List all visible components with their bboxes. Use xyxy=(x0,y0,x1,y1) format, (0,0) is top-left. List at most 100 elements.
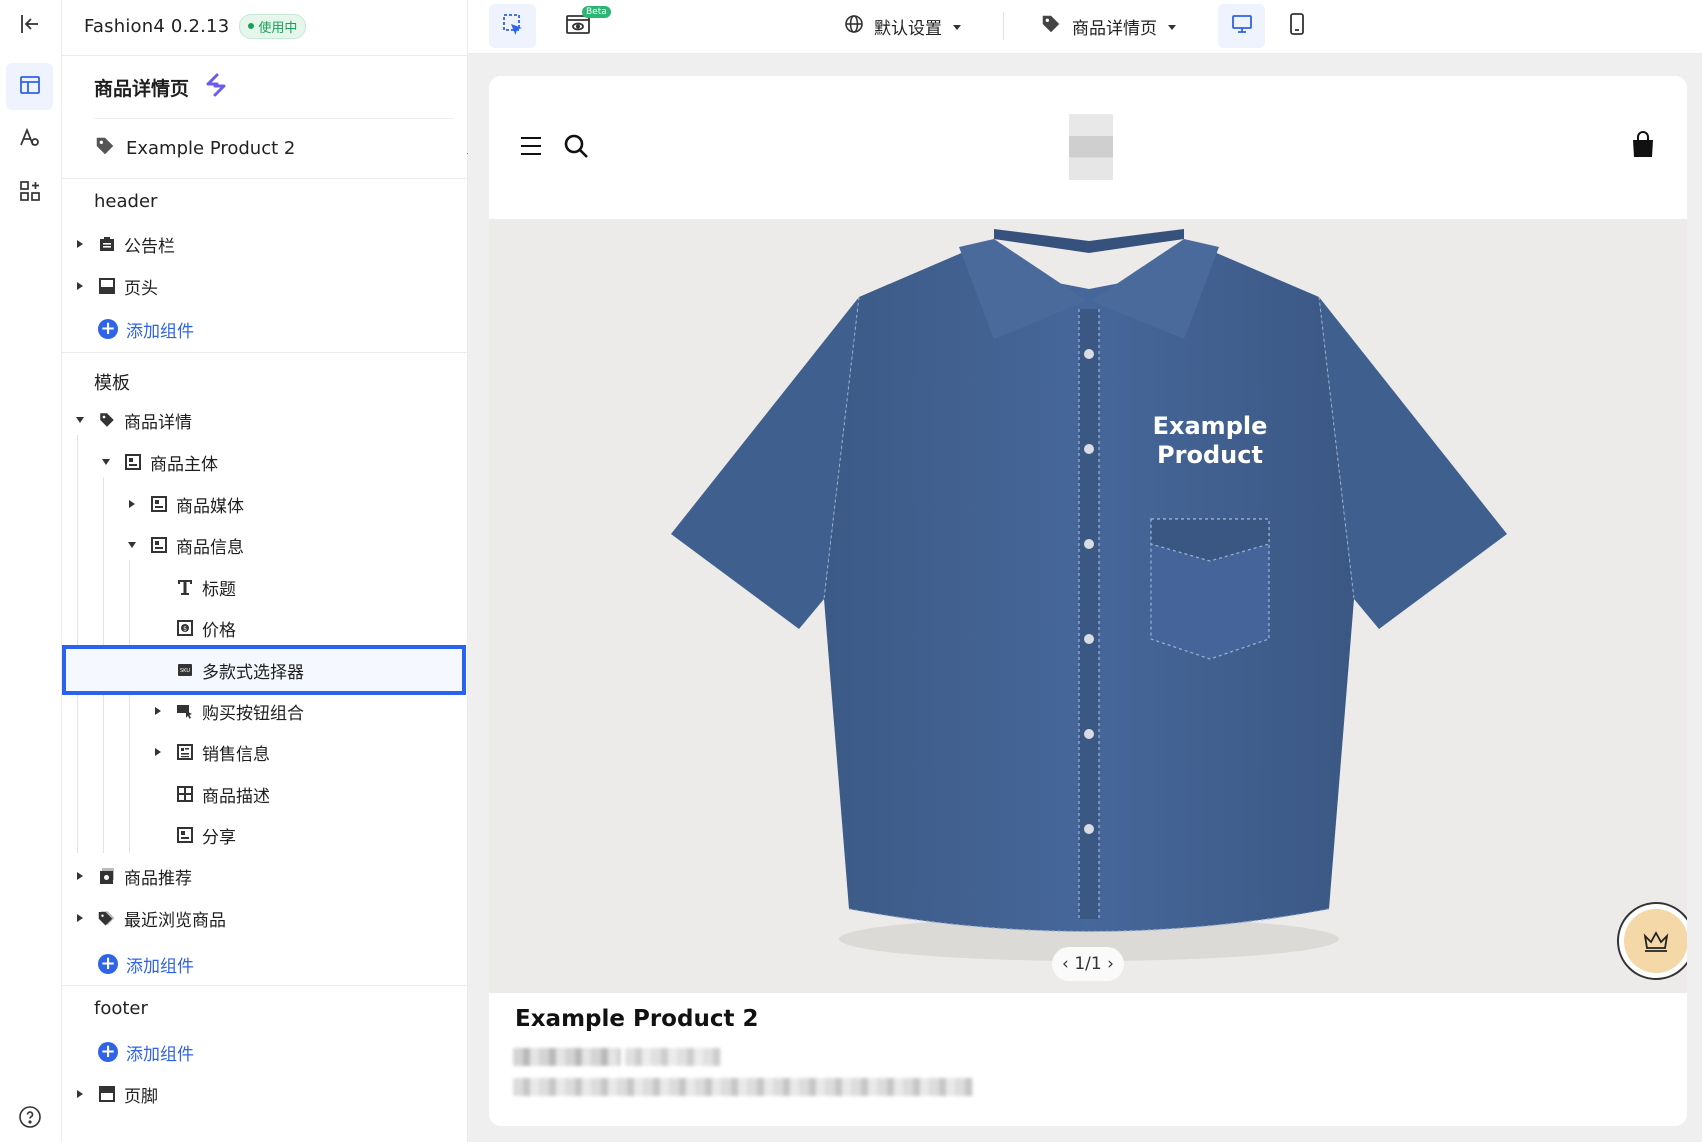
product-media[interactable]: Example Product ‹ 1/1 › xyxy=(489,219,1687,993)
status-badge: 使用中 xyxy=(239,13,307,39)
divider xyxy=(62,352,468,353)
tag-icon xyxy=(1040,13,1062,40)
page-template-select[interactable]: 商品详情页 xyxy=(1040,10,1177,42)
tree-item-price[interactable]: $ 价格 xyxy=(174,612,236,644)
tree-item-announcement[interactable]: 公告栏 xyxy=(72,228,175,260)
app-title-row: Fashion4 0.2.13 使用中 xyxy=(84,12,307,40)
block-icon xyxy=(174,824,196,846)
add-component-label: 添加组件 xyxy=(126,956,194,977)
tree-item-recently-viewed[interactable]: 最近浏览商品 xyxy=(72,902,226,934)
apps-tab-button[interactable] xyxy=(6,169,53,216)
add-component-template[interactable]: + 添加组件 xyxy=(98,949,194,979)
preview-button[interactable]: Beta xyxy=(554,4,611,48)
caret-right-icon[interactable] xyxy=(150,747,166,757)
tree-item-recommendations[interactable]: 商品推荐 xyxy=(72,860,192,892)
caret-right-icon[interactable] xyxy=(72,913,88,923)
shirt-print-line2: Product xyxy=(1157,441,1263,469)
store-logo[interactable] xyxy=(1069,114,1113,180)
caret-down-icon[interactable] xyxy=(124,541,140,549)
crown-icon xyxy=(1624,909,1687,973)
select-mode-button[interactable] xyxy=(489,4,536,48)
tree-item-label: 商品推荐 xyxy=(124,868,192,889)
tree-item-product-info[interactable]: 商品信息 xyxy=(124,529,244,561)
plus-icon: + xyxy=(98,954,118,974)
preview-canvas: Example Product ‹ 1/1 › Example Product … xyxy=(468,54,1702,1142)
tree-item-product-main[interactable]: 商品主体 xyxy=(98,446,218,478)
toolbar-divider xyxy=(1003,12,1004,40)
tree-item-label: 公告栏 xyxy=(124,236,175,257)
blurred-price xyxy=(513,1048,621,1066)
tree-item-label: 销售信息 xyxy=(202,744,270,765)
caret-right-icon[interactable] xyxy=(150,706,166,716)
page-title-row: 商品详情页 xyxy=(94,72,229,102)
caret-down-icon xyxy=(952,16,962,36)
sku-icon: SKU xyxy=(174,659,196,681)
caret-right-icon[interactable] xyxy=(72,239,88,249)
tree-item-label: 分享 xyxy=(202,827,236,848)
tree-item-sales-info[interactable]: 销售信息 xyxy=(150,736,270,768)
tree-item-header[interactable]: 页头 xyxy=(72,270,158,302)
floating-crown-button[interactable] xyxy=(1617,902,1687,980)
caret-right-icon[interactable] xyxy=(72,281,88,291)
editor-app: Fashion4 0.2.13 使用中 商品详情页 Example Produc… xyxy=(0,0,1702,1142)
cart-bag-icon[interactable] xyxy=(1631,131,1655,163)
tree-item-variant-picker[interactable]: SKU 多款式选择器 xyxy=(174,654,304,686)
tree-item-footer[interactable]: 页脚 xyxy=(72,1078,158,1110)
page-template-select-value: 商品详情页 xyxy=(1072,18,1157,39)
block-icon xyxy=(148,493,170,515)
block-icon xyxy=(122,451,144,473)
pager-text: 1/1 xyxy=(1074,954,1102,974)
text-icon xyxy=(174,576,196,598)
caret-down-icon[interactable] xyxy=(72,416,88,424)
search-icon[interactable] xyxy=(563,133,589,163)
tree-item-label: 商品主体 xyxy=(150,454,218,475)
buy-button-icon xyxy=(174,700,196,722)
language-select[interactable]: 默认设置 xyxy=(844,10,962,42)
chevron-left-icon[interactable]: ‹ xyxy=(1062,954,1069,974)
help-button[interactable] xyxy=(6,1095,53,1142)
caret-right-icon[interactable] xyxy=(124,499,140,509)
tree-item-description[interactable]: 商品描述 xyxy=(174,778,270,810)
tree-item-product-media[interactable]: 商品媒体 xyxy=(124,488,244,520)
blurred-description xyxy=(513,1078,973,1096)
exit-button[interactable] xyxy=(6,2,53,49)
tree-item-label: 页头 xyxy=(124,278,158,299)
add-component-label: 添加组件 xyxy=(126,321,194,342)
block-icon xyxy=(174,741,196,763)
caret-right-icon[interactable] xyxy=(72,871,88,881)
divider xyxy=(94,118,454,119)
tree-guide-line xyxy=(77,435,78,853)
section-footer: footer xyxy=(94,998,148,1019)
switch-page-icon[interactable] xyxy=(203,72,229,102)
tree-item-label: 商品信息 xyxy=(176,537,244,558)
divider xyxy=(62,55,468,56)
price-icon: $ xyxy=(174,617,196,639)
sidebar: Fashion4 0.2.13 使用中 商品详情页 Example Produc… xyxy=(62,0,477,1142)
add-component-label: 添加组件 xyxy=(126,1044,194,1065)
theme-tab-button[interactable] xyxy=(6,116,53,163)
recommend-icon xyxy=(96,865,118,887)
media-pager[interactable]: ‹ 1/1 › xyxy=(1052,947,1124,981)
menu-icon[interactable] xyxy=(519,135,543,161)
tree-item-label: 多款式选择器 xyxy=(202,662,304,683)
mobile-view-button[interactable] xyxy=(1273,4,1320,48)
product-select[interactable]: Example Product 2 xyxy=(94,130,508,166)
add-component-footer[interactable]: + 添加组件 xyxy=(98,1037,194,1067)
product-select-value: Example Product 2 xyxy=(126,137,296,159)
caret-down-icon[interactable] xyxy=(98,458,114,466)
section-header: header xyxy=(94,191,158,212)
tree-item-product-detail[interactable]: 商品详情 xyxy=(72,404,192,436)
tags-icon xyxy=(96,907,118,929)
caret-right-icon[interactable] xyxy=(72,1089,88,1099)
block-icon xyxy=(148,534,170,556)
add-component-header[interactable]: + 添加组件 xyxy=(98,314,194,344)
layout-tab-button[interactable] xyxy=(6,63,53,110)
tree-item-share[interactable]: 分享 xyxy=(174,819,236,851)
apps-icon xyxy=(18,179,42,207)
tree-item-label: 页脚 xyxy=(124,1086,158,1107)
divider xyxy=(62,178,468,179)
tree-item-buy-buttons[interactable]: 购买按钮组合 xyxy=(150,695,304,727)
chevron-right-icon[interactable]: › xyxy=(1107,954,1114,974)
tree-item-title[interactable]: 标题 xyxy=(174,571,236,603)
desktop-view-button[interactable] xyxy=(1218,4,1265,48)
